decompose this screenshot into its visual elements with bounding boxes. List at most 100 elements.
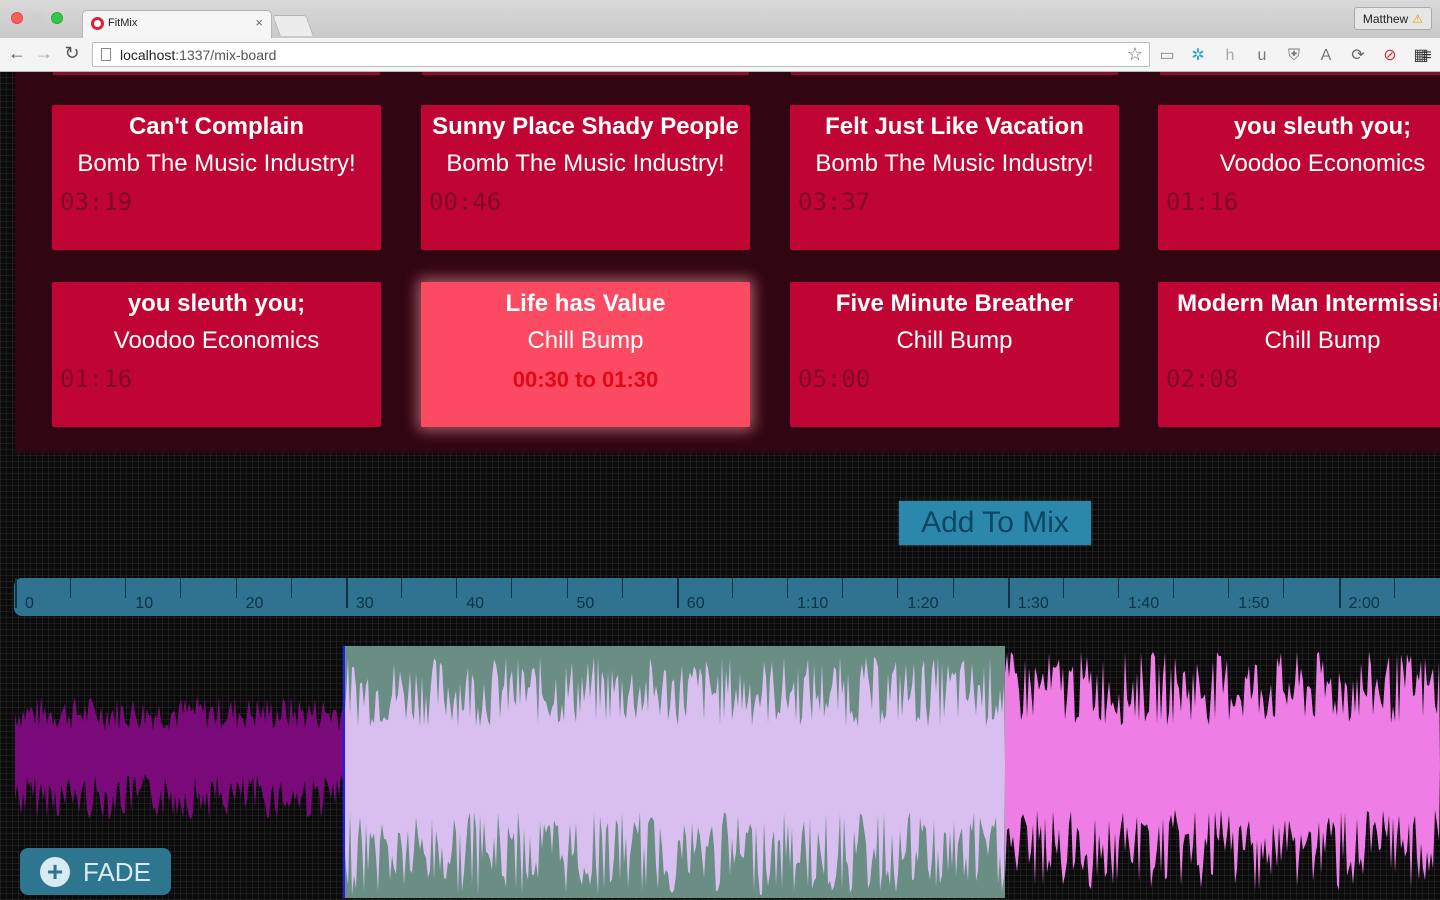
ruler-tick — [1173, 578, 1175, 598]
ruler-label: 40 — [466, 595, 484, 612]
bookmark-star-icon[interactable]: ☆ — [1127, 44, 1143, 65]
song-duration: 03:37 — [798, 188, 871, 216]
shield-icon[interactable]: ⛨ — [1285, 47, 1303, 65]
song-title: Life has Value — [505, 290, 666, 317]
song-card[interactable]: you sleuth you; Voodoo Economics 01:16 — [1158, 105, 1440, 250]
song-artist: Chill Bump — [527, 327, 644, 354]
window-close-button[interactable] — [11, 12, 23, 24]
ruler-label: 1:10 — [797, 595, 829, 612]
song-title: Can't Complain — [128, 113, 305, 140]
fitmix-favicon-icon — [91, 17, 104, 30]
ruler-tick — [345, 578, 348, 608]
ruler-label: 30 — [355, 595, 374, 612]
fade-button[interactable]: + FADE — [20, 848, 171, 895]
url-text: localhost:1337/mix-board — [120, 47, 276, 63]
song-card[interactable]: Modern Man Intermission Chill Bump 02:08 — [1158, 282, 1440, 427]
ruler-tick — [952, 578, 954, 598]
song-duration: 01:16 — [1166, 188, 1239, 216]
url-host: localhost — [120, 47, 176, 63]
ruler-tick — [731, 578, 733, 598]
forward-button[interactable]: → — [33, 43, 55, 64]
song-title: Felt Just Like Vacation — [825, 113, 1084, 140]
song-duration: 01:16 — [60, 365, 133, 393]
song-card[interactable]: Felt Just Like Vacation Bomb The Music I… — [790, 105, 1119, 250]
address-bar[interactable]: localhost:1337/mix-board ☆ — [92, 42, 1150, 67]
song-artist: Voodoo Economics — [113, 327, 320, 354]
tab-title: FitMix — [108, 17, 138, 29]
card-stub — [53, 72, 380, 75]
ruler-tick — [180, 578, 182, 598]
ruler-label: 20 — [245, 595, 264, 612]
ruler-tick — [1283, 578, 1285, 598]
plus-circle-icon: + — [40, 857, 70, 887]
sync-icon[interactable]: ⟳ — [1349, 47, 1367, 65]
ruler-tick — [456, 578, 458, 598]
network-icon[interactable]: ✲ — [1189, 47, 1207, 65]
reload-button[interactable]: ↻ — [61, 43, 83, 64]
browser-tab[interactable]: FitMix × — [82, 10, 272, 38]
song-title: Modern Man Intermission — [1177, 290, 1440, 317]
ruler-tick — [842, 578, 844, 598]
back-button[interactable]: ← — [6, 43, 28, 64]
mix-board: Can't Complain Bomb The Music Industry! … — [0, 72, 1440, 900]
song-clip-range: 00:30 to 01:30 — [512, 367, 659, 392]
card-stub — [422, 72, 749, 75]
song-card[interactable]: Sunny Place Shady People Bomb The Music … — [421, 105, 750, 250]
song-card-selected[interactable]: Life has Value Chill Bump 00:30 to 01:30 — [421, 282, 750, 427]
ruler-tick — [1228, 578, 1230, 598]
card-stub — [1160, 72, 1440, 75]
ruler-label: 0 — [25, 595, 34, 612]
window-maximize-button[interactable] — [51, 12, 63, 24]
ruler-tick — [566, 578, 568, 598]
song-artist: Bomb The Music Industry! — [815, 150, 1094, 177]
profile-name: Matthew — [1362, 12, 1409, 26]
ruler-tick — [401, 578, 403, 598]
ruler-label: 2:00 — [1348, 595, 1380, 612]
add-to-mix-button[interactable]: Add To Mix — [899, 501, 1091, 545]
song-duration: 03:19 — [60, 188, 133, 216]
ruler-tick — [15, 578, 17, 608]
ruler-tick — [235, 578, 237, 598]
ruler-label: 50 — [576, 595, 595, 612]
waveform-right-segment — [1005, 651, 1440, 890]
song-card[interactable]: you sleuth you; Voodoo Economics 01:16 — [52, 282, 381, 427]
cast-icon[interactable]: ▭ — [1158, 47, 1176, 65]
card-stub — [791, 72, 1118, 75]
ruler-tick — [676, 578, 679, 608]
angular-icon[interactable]: A — [1317, 47, 1335, 65]
window-minimize-button[interactable] — [31, 12, 43, 24]
selection-handle-left[interactable] — [343, 646, 1005, 898]
tab-close-icon[interactable]: × — [255, 15, 263, 30]
new-tab-button[interactable] — [272, 15, 314, 36]
timeline-ruler[interactable]: 0 10 20 30 40 50 60 1:10 1:20 1:30 1:40 1:50 2:00 — [14, 578, 1440, 616]
waveform-left-segment — [15, 696, 344, 820]
song-duration: 05:00 — [798, 365, 871, 393]
ruler-tick — [787, 578, 789, 598]
song-card[interactable]: Five Minute Breather Chill Bump 05:00 — [790, 282, 1119, 427]
song-card[interactable]: Can't Complain Bomb The Music Industry! … — [52, 105, 381, 250]
song-title: you sleuth you; — [1233, 113, 1412, 140]
ruler-tick — [1338, 578, 1341, 608]
h-icon[interactable]: h — [1221, 47, 1239, 65]
block-icon[interactable]: ⊘ — [1381, 47, 1399, 65]
browser-toolbar: ← → ↻ localhost:1337/mix-board ☆ ▭ ✲ h u ⛨ A ⟳… — [0, 38, 1440, 72]
song-duration: 00:46 — [429, 188, 502, 216]
ruler-label: 1:40 — [1128, 595, 1160, 612]
ruler-tick — [125, 578, 127, 598]
song-title: you sleuth you; — [127, 290, 306, 317]
ruler-tick — [290, 578, 292, 598]
ruler-label: 1:50 — [1238, 595, 1270, 612]
song-board: Can't Complain Bomb The Music Industry! … — [15, 72, 1440, 453]
ublock-icon[interactable]: u — [1253, 47, 1271, 65]
song-artist: Chill Bump — [1264, 327, 1381, 354]
warning-icon: ⚠ — [1412, 12, 1423, 26]
song-title: Five Minute Breather — [835, 290, 1074, 317]
menu-icon[interactable]: ≡ — [1418, 47, 1436, 65]
profile-button[interactable]: Matthew ⚠ — [1353, 7, 1432, 30]
fade-label: FADE — [83, 857, 151, 887]
song-artist: Chill Bump — [896, 327, 1013, 354]
ruler-tick — [70, 578, 72, 598]
song-title: Sunny Place Shady People — [432, 113, 739, 140]
url-path: :1337/mix-board — [175, 47, 277, 63]
ruler-tick — [897, 578, 899, 598]
